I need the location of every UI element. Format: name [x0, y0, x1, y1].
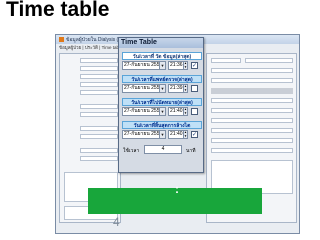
- section-measure-time: วัน/เวลาที่ วัด ข้อมูล(ล่าสุด) 27-กันยาย…: [122, 52, 202, 70]
- datetime-row: 27-กันยายน 2555 ▼ 21:39 ▲ ▼: [122, 84, 202, 93]
- used-time-row: ใช้เวลา 4 นาที: [122, 145, 202, 155]
- checkbox[interactable]: [191, 108, 198, 115]
- section-label: วัน/เวลาที่แพทย์ตรวจ(ล่าสุด): [122, 75, 202, 83]
- slide-title: Time table: [6, 0, 110, 21]
- chevron-down-icon[interactable]: ▼: [159, 85, 165, 92]
- date-value: 27-กันยายน 2555: [124, 108, 163, 114]
- date-value: 27-กันยายน 2555: [124, 131, 163, 137]
- form-field[interactable]: [211, 138, 293, 143]
- form-field[interactable]: [80, 134, 118, 139]
- section-end-dialysis-time: วัน/เวลาที่สิ้นสุดการล้างไต 27-กันยายน 2…: [122, 121, 202, 139]
- checkbox[interactable]: [191, 85, 198, 92]
- form-field[interactable]: [80, 156, 118, 161]
- form-field[interactable]: [211, 118, 293, 123]
- form-field[interactable]: [80, 148, 118, 153]
- spinner-icon[interactable]: ▲ ▼: [183, 107, 187, 115]
- used-time-field[interactable]: 4: [144, 145, 182, 154]
- form-field[interactable]: [80, 126, 118, 131]
- spinner-icon[interactable]: ▲ ▼: [183, 84, 187, 92]
- form-field[interactable]: [211, 148, 293, 153]
- date-value: 27-กันยายน 2555: [124, 62, 163, 68]
- time-value: 21:40: [170, 108, 183, 114]
- chevron-down-icon[interactable]: ▼: [159, 62, 165, 69]
- section-label: วัน/เวลาที่ วัด ข้อมูล(ล่าสุด): [122, 52, 202, 60]
- time-value: 21:40: [170, 131, 183, 137]
- time-value: 21:39: [170, 85, 183, 91]
- used-time-label: ใช้เวลา: [123, 148, 140, 154]
- date-picker[interactable]: 27-กันยายน 2555 ▼: [122, 107, 166, 116]
- chevron-down-icon[interactable]: ▼: [159, 108, 165, 115]
- time-input[interactable]: 21:40 ▲ ▼: [168, 130, 188, 139]
- form-field[interactable]: [80, 104, 118, 109]
- form-field[interactable]: [80, 90, 118, 95]
- callout-colon: :: [175, 182, 179, 196]
- spinner-icon[interactable]: ▲ ▼: [183, 130, 187, 138]
- time-value: 21:36: [170, 62, 183, 68]
- form-field[interactable]: [211, 98, 293, 103]
- form-field[interactable]: [211, 68, 293, 73]
- datetime-row: 27-กันยายน 2555 ▼ 21:40 ▲ ▼ ✓: [122, 130, 202, 139]
- form-field[interactable]: [211, 128, 293, 133]
- form-field[interactable]: [211, 108, 293, 113]
- checkbox[interactable]: ✓: [191, 62, 198, 69]
- section-label: วัน/เวลาที่สิ้นสุดการล้างไต: [122, 121, 202, 129]
- chevron-down-icon[interactable]: ▼: [159, 131, 165, 138]
- time-input[interactable]: 21:39 ▲ ▼: [168, 84, 188, 93]
- date-picker[interactable]: 27-กันยายน 2555 ▼: [122, 130, 166, 139]
- date-picker[interactable]: 27-กันยายน 2555 ▼: [122, 61, 166, 70]
- grid-header: [211, 88, 293, 94]
- section-doctor-time: วัน/เวลาที่แพทย์ตรวจ(ล่าสุด) 27-กันยายน …: [122, 75, 202, 93]
- bottom-number: 4: [113, 215, 120, 229]
- app-icon: [59, 37, 64, 42]
- datetime-row: 27-กันยายน 2555 ▼ 21:36 ▲ ▼ ✓: [122, 61, 202, 70]
- time-input[interactable]: 21:40 ▲ ▼: [168, 107, 188, 116]
- dialog-title: Time Table: [119, 38, 203, 48]
- form-field[interactable]: [80, 58, 118, 63]
- form-field[interactable]: [80, 74, 118, 79]
- datetime-row: 27-กันยายน 2555 ▼ 21:40 ▲ ▼: [122, 107, 202, 116]
- spinner-icon[interactable]: ▲ ▼: [183, 61, 187, 69]
- section-appointment-time: วัน/เวลาที่ไปนัดหมาย(ล่าสุด) 27-กันยายน …: [122, 98, 202, 116]
- time-table-dialog: Time Table วัน/เวลาที่ วัด ข้อมูล(ล่าสุด…: [118, 37, 204, 173]
- form-field[interactable]: [211, 58, 241, 63]
- date-value: 27-กันยายน 2555: [124, 85, 163, 91]
- time-input[interactable]: 21:36 ▲ ▼: [168, 61, 188, 70]
- checkbox[interactable]: ✓: [191, 131, 198, 138]
- form-field[interactable]: [80, 66, 118, 71]
- section-label: วัน/เวลาที่ไปนัดหมาย(ล่าสุด): [122, 98, 202, 106]
- form-field[interactable]: [80, 112, 118, 117]
- date-picker[interactable]: 27-กันยายน 2555 ▼: [122, 84, 166, 93]
- form-field[interactable]: [245, 58, 293, 63]
- form-field[interactable]: [80, 82, 118, 87]
- used-time-unit: นาที: [186, 148, 196, 154]
- form-field[interactable]: [211, 78, 293, 83]
